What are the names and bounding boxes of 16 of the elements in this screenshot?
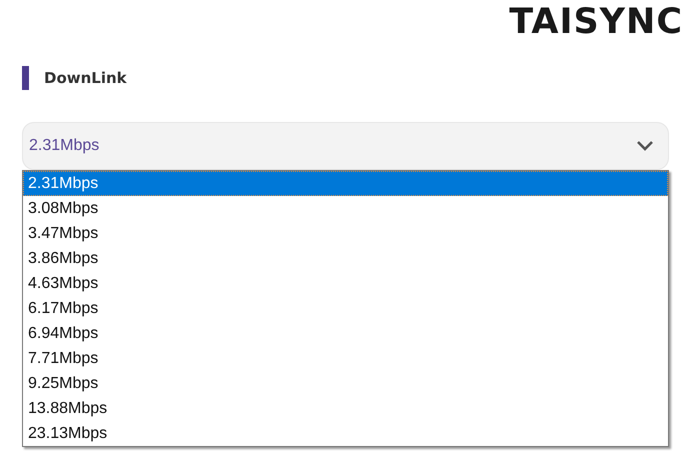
section-marker [22, 66, 29, 90]
dropdown-option[interactable]: 2.31Mbps [23, 171, 668, 196]
dropdown-option[interactable]: 7.71Mbps [23, 346, 668, 371]
dropdown-field[interactable]: 2.31Mbps [22, 122, 669, 170]
dropdown-option[interactable]: 6.94Mbps [23, 321, 668, 346]
dropdown-option[interactable]: 3.08Mbps [23, 196, 668, 221]
dropdown-option[interactable]: 3.86Mbps [23, 246, 668, 271]
dropdown-option[interactable]: 6.17Mbps [23, 296, 668, 321]
chevron-down-icon [636, 140, 654, 152]
dropdown-option[interactable]: 3.47Mbps [23, 221, 668, 246]
dropdown-option[interactable]: 4.63Mbps [23, 271, 668, 296]
dropdown-option[interactable]: 23.13Mbps [23, 421, 668, 446]
logo: TAISYNC [509, 2, 683, 42]
dropdown-option[interactable]: 13.88Mbps [23, 396, 668, 421]
dropdown-option[interactable]: 9.25Mbps [23, 371, 668, 396]
section-title: DownLink [44, 69, 127, 87]
